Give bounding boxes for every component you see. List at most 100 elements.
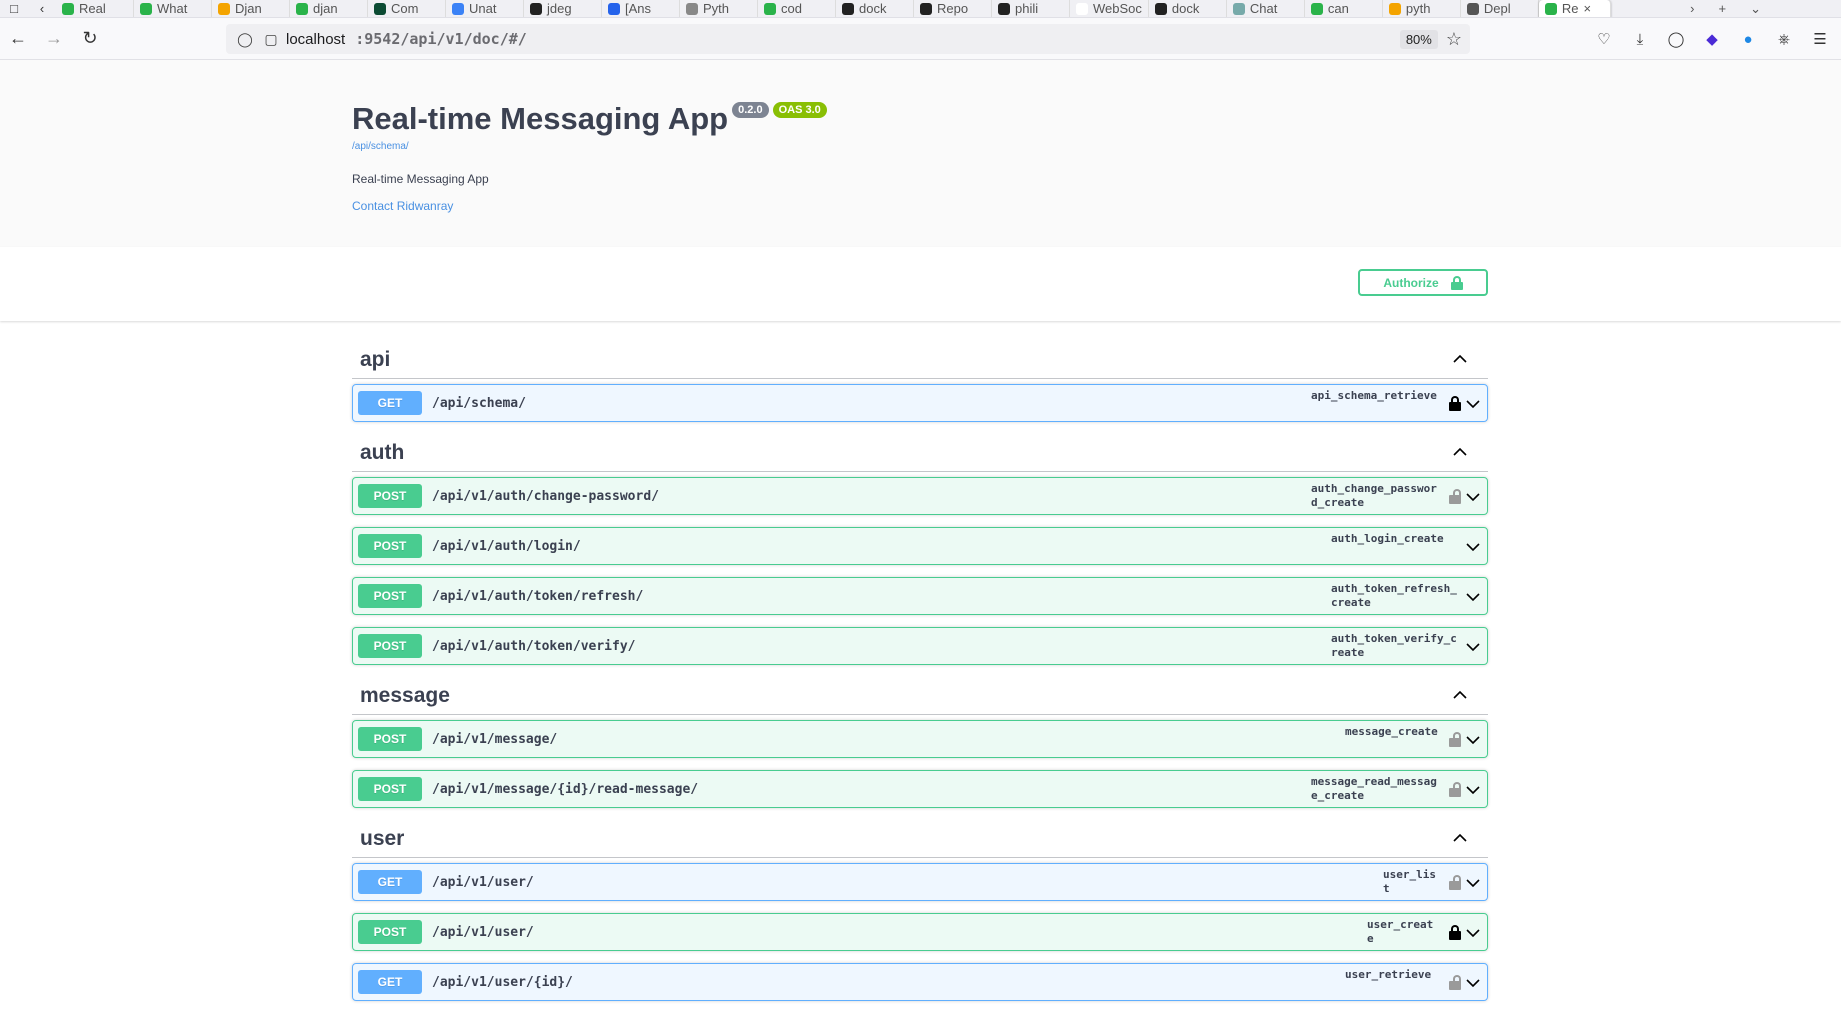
operation-id: auth_token_refresh_create xyxy=(1331,582,1457,609)
tab-label: [Ans xyxy=(625,1,652,16)
chevron-up-icon[interactable] xyxy=(1452,830,1468,846)
browser-tab[interactable]: Repo xyxy=(914,0,992,17)
lock-open-icon[interactable] xyxy=(1449,732,1461,747)
authorize-button[interactable]: Authorize xyxy=(1358,269,1488,296)
chevron-down-icon[interactable] xyxy=(1465,640,1481,652)
operation-get[interactable]: GET/api/schema/api_schema_retrieve xyxy=(352,384,1488,422)
browser-tab[interactable]: cod xyxy=(758,0,836,17)
tracking-shield-icon[interactable]: ◯ xyxy=(234,28,256,50)
tab-favicon-icon xyxy=(1388,2,1401,15)
new-tab-icon[interactable]: + xyxy=(1719,1,1727,17)
tab-list-icon[interactable]: □ xyxy=(0,0,28,17)
operation-post[interactable]: POST/api/v1/auth/change-password/auth_ch… xyxy=(352,477,1488,515)
browser-tab[interactable]: phili xyxy=(992,0,1070,17)
browser-tab[interactable]: WebSoc xyxy=(1070,0,1149,17)
chevron-down-icon[interactable] xyxy=(1465,397,1481,409)
operation-post[interactable]: POST/api/v1/auth/login/auth_login_create xyxy=(352,527,1488,565)
extensions-puzzle-icon[interactable]: ⎈ xyxy=(1773,28,1795,50)
browser-tab[interactable]: Re × xyxy=(1538,0,1611,17)
operations-list: api GET/api/schema/api_schema_retrieveaut… xyxy=(352,321,1488,1001)
operation-path: /api/v1/user/ xyxy=(432,924,534,940)
forward-icon[interactable]: → xyxy=(36,18,72,60)
chevron-up-icon[interactable] xyxy=(1452,687,1468,703)
scroll-tabs-right-icon[interactable]: › xyxy=(1690,1,1694,17)
schema-link[interactable]: /api/schema/ xyxy=(352,141,1488,152)
tag-header[interactable]: api xyxy=(352,341,1488,379)
back-icon[interactable]: ← xyxy=(0,18,36,60)
extension-blue-icon[interactable]: ● xyxy=(1737,28,1759,50)
operation-post[interactable]: POST/api/v1/user/user_create xyxy=(352,913,1488,951)
page-info-icon[interactable]: ▢ xyxy=(260,28,282,50)
tab-favicon-icon xyxy=(686,2,698,15)
chevron-down-icon[interactable] xyxy=(1465,490,1481,502)
operation-post[interactable]: POST/api/v1/message/{id}/read-message/me… xyxy=(352,770,1488,808)
chevron-up-icon[interactable] xyxy=(1452,444,1468,460)
browser-tab[interactable]: Depl xyxy=(1461,0,1539,17)
pocket-icon[interactable]: ♡ xyxy=(1593,28,1615,50)
tab-label: djan xyxy=(313,1,338,16)
browser-tab[interactable]: djan xyxy=(290,0,368,17)
operation-id: user_create xyxy=(1367,918,1434,945)
chevron-down-icon[interactable] xyxy=(1465,783,1481,795)
browser-tab[interactable]: dock xyxy=(836,0,914,17)
browser-tab[interactable]: pyth xyxy=(1383,0,1461,17)
browser-tab[interactable]: [Ans xyxy=(602,0,680,17)
browser-tab[interactable]: Unat xyxy=(446,0,524,17)
tag-header[interactable]: message xyxy=(352,677,1488,715)
scroll-tabs-left-icon[interactable]: ‹ xyxy=(28,0,56,17)
tag-header[interactable]: auth xyxy=(352,434,1488,472)
url-bar[interactable]: ◯ ▢ localhost :9542/api/v1/doc/#/ 80% ☆ xyxy=(226,24,1470,54)
method-badge: GET xyxy=(358,970,422,994)
navigation-bar: ← → ↻ ◯ ▢ localhost :9542/api/v1/doc/#/ 8… xyxy=(0,18,1841,60)
browser-tab[interactable]: Chat xyxy=(1227,0,1305,17)
account-icon[interactable]: ◯ xyxy=(1665,28,1687,50)
tag-header[interactable]: user xyxy=(352,820,1488,858)
lock-closed-icon[interactable] xyxy=(1449,925,1461,940)
operation-post[interactable]: POST/api/v1/auth/token/verify/auth_token… xyxy=(352,627,1488,665)
chevron-down-icon[interactable] xyxy=(1465,733,1481,745)
browser-tab[interactable]: Djan xyxy=(212,0,290,17)
browser-tab[interactable]: Com xyxy=(368,0,446,17)
operation-get[interactable]: GET/api/v1/user/{id}/ user_retrieve xyxy=(352,963,1488,1001)
browser-tab[interactable]: dock xyxy=(1149,0,1227,17)
downloads-icon[interactable]: ⤓ xyxy=(1629,28,1651,50)
lock-open-icon[interactable] xyxy=(1449,489,1461,504)
operation-path: /api/v1/message/{id}/read-message/ xyxy=(432,781,699,797)
tab-label: Chat xyxy=(1249,1,1278,16)
lock-icon xyxy=(1450,275,1463,290)
tab-favicon-icon xyxy=(140,2,152,15)
bookmark-star-icon[interactable]: ☆ xyxy=(1446,29,1462,50)
browser-tab[interactable]: Real xyxy=(56,0,134,17)
operation-path: /api/v1/user/{id}/ xyxy=(432,974,573,990)
browser-tab[interactable]: can xyxy=(1305,0,1383,17)
browser-tab[interactable]: Pyth xyxy=(680,0,758,17)
url-host: localhost xyxy=(286,30,346,48)
operation-post[interactable]: POST/api/v1/message/message_create xyxy=(352,720,1488,758)
lock-open-icon[interactable] xyxy=(1449,875,1461,890)
operation-get[interactable]: GET/api/v1/user/user_list xyxy=(352,863,1488,901)
browser-tab[interactable]: jdeg xyxy=(524,0,602,17)
tab-favicon-icon xyxy=(530,2,542,15)
chevron-down-icon[interactable] xyxy=(1465,590,1481,602)
chevron-down-icon[interactable] xyxy=(1465,976,1481,988)
lock-closed-icon[interactable] xyxy=(1449,396,1461,411)
lock-open-icon[interactable] xyxy=(1449,782,1461,797)
reload-icon[interactable]: ↻ xyxy=(72,18,108,60)
operation-id: user_retrieve xyxy=(1345,968,1432,981)
contact-link[interactable]: Contact Ridwanray xyxy=(352,199,1488,213)
app-menu-icon[interactable]: ☰ xyxy=(1809,28,1831,50)
url-path: :9542/api/v1/doc/#/ xyxy=(355,30,527,48)
lock-open-icon[interactable] xyxy=(1449,975,1461,990)
browser-tab[interactable]: What xyxy=(134,0,212,17)
close-tab-icon[interactable]: × xyxy=(1584,1,1592,16)
chevron-down-icon[interactable] xyxy=(1465,876,1481,888)
tab-overflow-icon[interactable]: ⌄ xyxy=(1750,1,1761,17)
chevron-down-icon[interactable] xyxy=(1465,540,1481,552)
extension-purple-icon[interactable]: ◆ xyxy=(1701,28,1723,50)
chevron-down-icon[interactable] xyxy=(1465,926,1481,938)
tab-label: Unat xyxy=(469,1,497,16)
method-badge: POST xyxy=(358,484,422,508)
zoom-level-button[interactable]: 80% xyxy=(1399,29,1438,49)
chevron-up-icon[interactable] xyxy=(1452,351,1468,367)
operation-post[interactable]: POST/api/v1/auth/token/refresh/auth_toke… xyxy=(352,577,1488,615)
